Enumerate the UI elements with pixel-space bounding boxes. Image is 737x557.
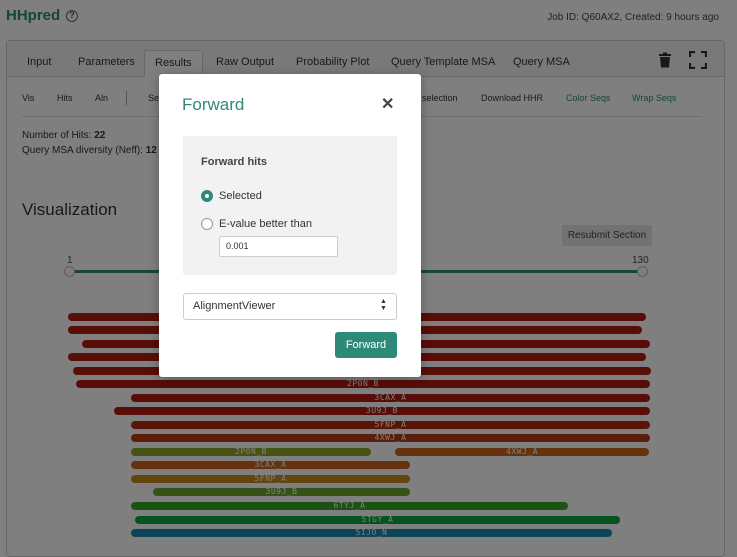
close-icon[interactable]: ✕ — [381, 94, 394, 114]
evalue-input[interactable]: 0.001 — [219, 236, 338, 257]
radio-selected[interactable] — [201, 190, 213, 202]
forward-target-value: AlignmentViewer — [193, 300, 276, 312]
dialog-title: Forward — [182, 95, 245, 114]
radio-evalue-label[interactable]: E-value better than — [219, 218, 312, 230]
forward-hits-title: Forward hits — [201, 156, 268, 168]
forward-button[interactable]: Forward — [335, 332, 397, 358]
radio-evalue[interactable] — [201, 218, 213, 230]
select-arrows-icon: ▲ ▼ — [380, 298, 387, 312]
radio-selected-label[interactable]: Selected — [219, 190, 262, 202]
